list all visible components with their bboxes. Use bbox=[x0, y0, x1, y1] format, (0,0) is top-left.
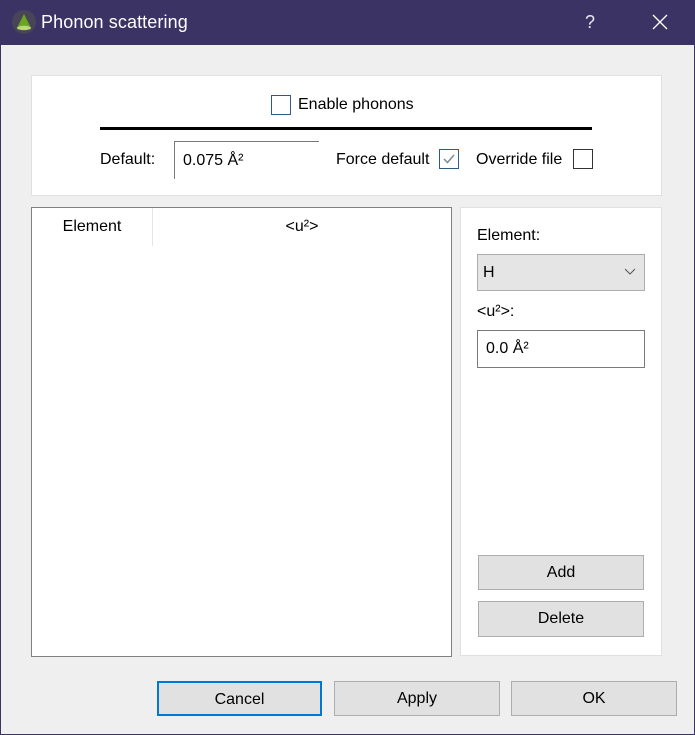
cancel-button[interactable]: Cancel bbox=[157, 681, 322, 716]
checkmark-icon bbox=[443, 154, 455, 164]
default-label: Default: bbox=[100, 151, 156, 168]
element-label: Element: bbox=[477, 227, 541, 244]
add-button[interactable]: Add bbox=[478, 555, 644, 590]
close-icon bbox=[652, 14, 668, 30]
override-file-checkbox[interactable] bbox=[573, 149, 593, 169]
element-table[interactable]: Element <u²> bbox=[31, 207, 452, 657]
column-header-element[interactable]: Element bbox=[32, 208, 153, 246]
chevron-down-icon bbox=[624, 268, 636, 275]
delete-button[interactable]: Delete bbox=[478, 601, 644, 637]
override-file-label[interactable]: Override file bbox=[476, 151, 562, 169]
element-selected-value: H bbox=[483, 264, 495, 281]
separator-line bbox=[100, 127, 592, 130]
column-header-u2[interactable]: <u²> bbox=[153, 208, 451, 246]
phonon-scattering-dialog: Phonon scattering ? Enable phonons Defau… bbox=[0, 0, 695, 735]
default-value-input[interactable]: 0.075 Å² bbox=[174, 141, 319, 179]
force-default-checkbox[interactable] bbox=[439, 149, 459, 169]
element-dropdown[interactable]: H bbox=[477, 254, 645, 291]
window-title: Phonon scattering bbox=[41, 12, 188, 32]
enable-phonons-checkbox[interactable] bbox=[271, 95, 291, 115]
title-bar: Phonon scattering ? bbox=[0, 0, 695, 45]
force-default-label[interactable]: Force default bbox=[336, 151, 429, 169]
u2-value-input[interactable]: 0.0 Å² bbox=[477, 330, 645, 368]
help-button[interactable]: ? bbox=[570, 0, 610, 45]
ok-button[interactable]: OK bbox=[511, 681, 677, 716]
apply-button[interactable]: Apply bbox=[334, 681, 500, 716]
default-settings-group bbox=[31, 75, 662, 196]
close-button[interactable] bbox=[640, 0, 680, 45]
enable-phonons-label[interactable]: Enable phonons bbox=[298, 96, 414, 114]
u2-label: <u²>: bbox=[477, 303, 515, 320]
app-icon bbox=[12, 10, 36, 34]
